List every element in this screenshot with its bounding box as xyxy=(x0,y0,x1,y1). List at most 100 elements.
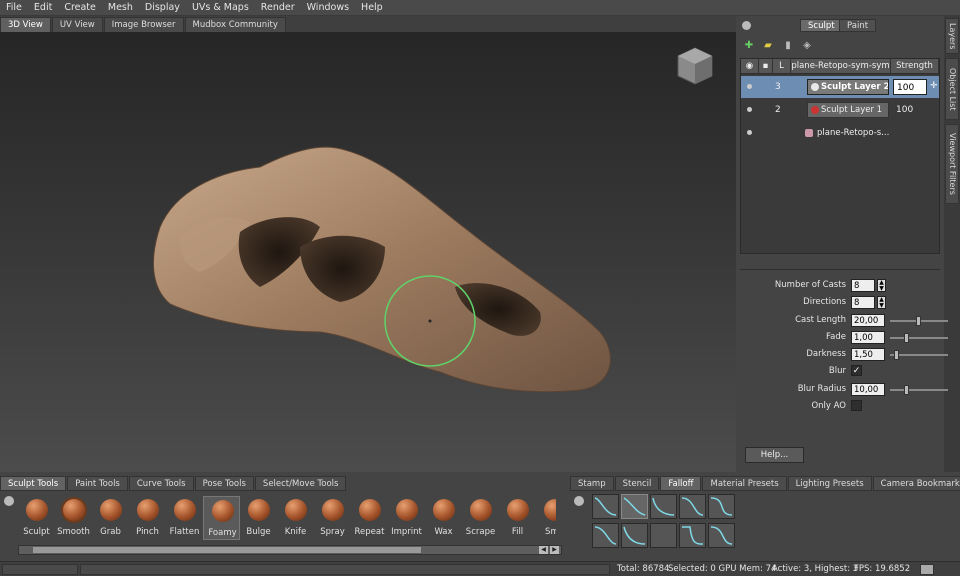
menu-windows[interactable]: Windows xyxy=(301,0,355,16)
scroll-right-icon[interactable]: ▶ xyxy=(550,546,559,554)
menu-uvs-maps[interactable]: UVs & Maps xyxy=(186,0,255,16)
tool-scrape[interactable]: Scrape xyxy=(462,496,499,540)
falloff-preset-8[interactable] xyxy=(650,523,677,548)
menu-create[interactable]: Create xyxy=(58,0,102,16)
menu-mesh[interactable]: Mesh xyxy=(102,0,139,16)
tab-uv-view[interactable]: UV View xyxy=(51,17,103,32)
falloff-preset-6[interactable] xyxy=(592,523,619,548)
falloff-preset-2[interactable] xyxy=(621,494,648,519)
falloff-preset-9[interactable] xyxy=(679,523,706,548)
tab-3d-view[interactable]: 3D View xyxy=(0,17,51,32)
slider-knob[interactable] xyxy=(916,316,921,326)
scrollbar-thumb[interactable] xyxy=(33,547,421,553)
falloff-preset-5[interactable] xyxy=(708,494,735,519)
casts-spinner[interactable]: ▲ ▼ xyxy=(877,279,886,292)
only-ao-checkbox[interactable] xyxy=(851,400,862,411)
layer-row-sculpt-layer-1[interactable]: 2 Sculpt Layer 1 100 xyxy=(741,99,939,121)
tool-imprint[interactable]: Imprint xyxy=(388,496,425,540)
blur-checkbox[interactable]: ✓ xyxy=(851,365,862,376)
tool-smooth[interactable]: Smooth xyxy=(55,496,92,540)
cast-length-field[interactable]: 20,00 xyxy=(851,314,885,327)
tool-wax[interactable]: Wax xyxy=(425,496,462,540)
strength-slider-icon[interactable]: ✛ xyxy=(930,81,938,91)
tool-fill[interactable]: Fill xyxy=(499,496,536,540)
tab-lighting-presets[interactable]: Lighting Presets xyxy=(787,476,872,491)
new-layer-icon[interactable]: ✚ xyxy=(743,40,755,52)
tab-paint[interactable]: Paint xyxy=(839,19,877,32)
falloff-preset-1[interactable] xyxy=(592,494,619,519)
tab-sculpt[interactable]: Sculpt xyxy=(800,19,843,32)
layer-name[interactable]: Sculpt Layer 1 xyxy=(807,102,889,118)
tab-sculpt-tools[interactable]: Sculpt Tools xyxy=(0,476,67,491)
blur-radius-field[interactable]: 10,00 xyxy=(851,383,885,396)
tool-foamy[interactable]: Foamy xyxy=(203,496,240,540)
tool-bulge[interactable]: Bulge xyxy=(240,496,277,540)
falloff-preset-7[interactable] xyxy=(621,523,648,548)
darkness-field[interactable]: 1,50 xyxy=(851,348,885,361)
slider-knob[interactable] xyxy=(894,350,899,360)
tab-layers[interactable]: Layers xyxy=(945,18,959,54)
3d-viewport[interactable] xyxy=(0,32,736,472)
slider-knob[interactable] xyxy=(904,385,909,395)
tool-repeat[interactable]: Repeat xyxy=(351,496,388,540)
tab-material-presets[interactable]: Material Presets xyxy=(702,476,787,491)
fade-field[interactable]: 1,00 xyxy=(851,331,885,344)
tray-options-button[interactable] xyxy=(4,496,14,506)
visibility-toggle[interactable] xyxy=(747,107,752,112)
tab-curve-tools[interactable]: Curve Tools xyxy=(128,476,194,491)
tab-image-browser[interactable]: Image Browser xyxy=(103,17,184,32)
slider-knob[interactable] xyxy=(904,333,909,343)
visibility-toggle[interactable] xyxy=(747,130,752,135)
menu-display[interactable]: Display xyxy=(139,0,186,16)
tools-scrollbar[interactable]: ◀ ▶ xyxy=(18,545,562,555)
tab-mudbox-community[interactable]: Mudbox Community xyxy=(184,17,286,32)
tool-sculpt[interactable]: Sculpt xyxy=(18,496,55,540)
tab-stencil[interactable]: Stencil xyxy=(614,476,660,491)
tab-pose-tools[interactable]: Pose Tools xyxy=(194,476,254,491)
visibility-toggle[interactable] xyxy=(747,84,752,89)
cast-length-slider[interactable] xyxy=(890,316,948,326)
blur-radius-slider[interactable] xyxy=(890,385,948,395)
layer-row-sculpt-layer-2[interactable]: 3 Sculpt Layer 2 100 ✛ xyxy=(741,76,939,98)
menu-edit[interactable]: Edit xyxy=(28,0,58,16)
tab-stamp[interactable]: Stamp xyxy=(570,476,614,491)
tab-camera-bookmarks[interactable]: Camera Bookmarks xyxy=(872,476,960,491)
tool-flatten[interactable]: Flatten xyxy=(166,496,203,540)
falloff-preset-3[interactable] xyxy=(650,494,677,519)
layer-row-mesh[interactable]: plane-Retopo-s... xyxy=(741,122,939,144)
tab-object-list[interactable]: Object List xyxy=(945,58,959,120)
tab-falloff[interactable]: Falloff xyxy=(660,476,702,491)
casts-field[interactable]: 8 xyxy=(851,279,875,292)
tab-viewport-filters[interactable]: Viewport Filters xyxy=(945,124,959,204)
tool-spray[interactable]: Spray xyxy=(314,496,351,540)
tray-options-button[interactable] xyxy=(574,496,584,506)
help-button[interactable]: Help... xyxy=(745,447,804,463)
tool-grab[interactable]: Grab xyxy=(92,496,129,540)
layer-options-icon[interactable]: ◈ xyxy=(801,40,813,52)
layer-folder-icon[interactable]: ▰ xyxy=(762,40,774,52)
tool-smear[interactable]: Sme xyxy=(536,496,556,540)
layer-strength-field[interactable]: 100 xyxy=(893,79,927,95)
tool-knife[interactable]: Knife xyxy=(277,496,314,540)
tool-pinch[interactable]: Pinch xyxy=(129,496,166,540)
delete-layer-icon[interactable]: ▮ xyxy=(782,40,794,52)
sculpt-model[interactable] xyxy=(0,32,736,472)
tab-paint-tools[interactable]: Paint Tools xyxy=(67,476,128,491)
view-cube[interactable] xyxy=(676,46,714,86)
layer-strength-field[interactable]: 100 xyxy=(893,102,927,118)
scroll-left-icon[interactable]: ◀ xyxy=(539,546,548,554)
layer-name[interactable]: Sculpt Layer 2 xyxy=(807,79,889,95)
falloff-preset-10[interactable] xyxy=(708,523,735,548)
darkness-slider[interactable] xyxy=(890,350,948,360)
collapse-panel-button[interactable] xyxy=(742,21,751,30)
menu-file[interactable]: File xyxy=(0,0,28,16)
menu-help[interactable]: Help xyxy=(355,0,389,16)
directions-field[interactable]: 8 xyxy=(851,296,875,309)
falloff-preset-4[interactable] xyxy=(679,494,706,519)
fade-slider[interactable] xyxy=(890,333,948,343)
directions-spinner[interactable]: ▲ ▼ xyxy=(877,296,886,309)
wax-icon xyxy=(433,499,455,521)
name-column: plane-Retopo-sym-sym xyxy=(791,59,891,74)
tab-select-move-tools[interactable]: Select/Move Tools xyxy=(254,476,347,491)
menu-render[interactable]: Render xyxy=(255,0,301,16)
